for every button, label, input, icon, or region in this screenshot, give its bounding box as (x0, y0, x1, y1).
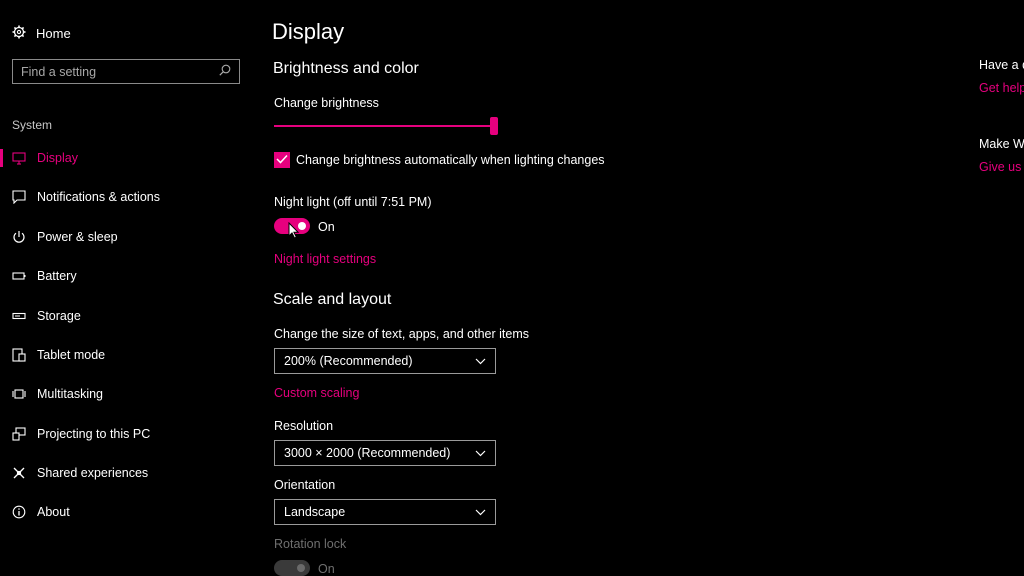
toggle-knob (297, 564, 305, 572)
active-indicator (0, 149, 3, 167)
orientation-label: Orientation (274, 478, 336, 492)
checkmark-icon (276, 151, 288, 169)
sidebar-item-label: Projecting to this PC (37, 427, 151, 441)
search-icon[interactable] (219, 63, 231, 81)
sidebar-item-projecting[interactable]: Projecting to this PC (0, 421, 250, 447)
storage-icon (12, 309, 26, 323)
chevron-down-icon (475, 446, 486, 460)
get-help-link[interactable]: Get help (979, 81, 1024, 95)
section-label: System (12, 118, 53, 132)
sidebar-item-battery[interactable]: Battery (0, 263, 250, 289)
sidebar-item-shared-experiences[interactable]: Shared experiences (0, 460, 250, 486)
rotation-lock-state: On (318, 562, 335, 576)
give-feedback-link[interactable]: Give us f (979, 160, 1024, 174)
scale-label: Change the size of text, apps, and other… (274, 327, 530, 341)
scale-value: 200% (Recommended) (284, 354, 413, 368)
search-box[interactable] (12, 59, 240, 84)
brightness-heading: Brightness and color (273, 60, 419, 77)
brightness-slider-thumb[interactable] (490, 117, 498, 135)
night-light-label: Night light (off until 7:51 PM) (274, 195, 432, 209)
home-label: Home (36, 26, 71, 41)
chevron-down-icon (475, 354, 486, 368)
gear-icon (12, 25, 26, 42)
sidebar-item-label: Shared experiences (37, 466, 149, 480)
info-icon (12, 505, 26, 519)
sidebar-item-notifications[interactable]: Notifications & actions (0, 184, 250, 210)
auto-brightness-checkbox[interactable] (274, 152, 290, 168)
orientation-value: Landscape (284, 505, 346, 519)
sidebar-item-label: Tablet mode (37, 348, 106, 362)
sidebar-item-label: Notifications & actions (37, 190, 160, 204)
search-input[interactable] (21, 64, 211, 79)
notification-icon (12, 190, 26, 204)
home-button[interactable]: Home (12, 25, 71, 42)
feedback-text: Make Wi (979, 137, 1024, 151)
sidebar-item-power-sleep[interactable]: Power & sleep (0, 224, 250, 250)
sidebar-item-label: Multitasking (37, 387, 103, 401)
power-icon (12, 230, 26, 244)
night-light-state: On (318, 220, 335, 234)
toggle-knob (298, 222, 306, 230)
resolution-label: Resolution (274, 419, 334, 433)
sidebar-item-multitasking[interactable]: Multitasking (0, 381, 250, 407)
help-question-text: Have a q (979, 58, 1024, 72)
battery-icon (12, 269, 26, 283)
night-light-settings-link[interactable]: Night light settings (274, 252, 376, 266)
sidebar-item-label: Power & sleep (37, 230, 118, 244)
projecting-icon (12, 427, 26, 441)
scale-dropdown[interactable]: 200% (Recommended) (274, 348, 496, 374)
resolution-value: 3000 × 2000 (Recommended) (284, 446, 451, 460)
monitor-icon (12, 151, 26, 165)
rotation-lock-toggle[interactable] (274, 560, 310, 576)
orientation-dropdown[interactable]: Landscape (274, 499, 496, 525)
custom-scaling-link[interactable]: Custom scaling (274, 386, 359, 400)
brightness-slider-track[interactable] (274, 125, 496, 127)
sidebar-item-display[interactable]: Display (0, 145, 250, 171)
mouse-cursor-icon (288, 221, 300, 244)
tablet-icon (12, 348, 26, 362)
sidebar-item-label: About (37, 505, 70, 519)
page-title: Display (272, 19, 345, 44)
sidebar-item-tablet-mode[interactable]: Tablet mode (0, 342, 250, 368)
sidebar-item-label: Battery (37, 269, 77, 283)
scale-heading: Scale and layout (273, 291, 392, 308)
chevron-down-icon (475, 505, 486, 519)
rotation-lock-label: Rotation lock (274, 537, 347, 551)
auto-brightness-label: Change brightness automatically when lig… (296, 153, 605, 167)
sidebar-item-label: Storage (37, 309, 81, 323)
change-brightness-label: Change brightness (274, 96, 379, 110)
resolution-dropdown[interactable]: 3000 × 2000 (Recommended) (274, 440, 496, 466)
sidebar-item-about[interactable]: About (0, 499, 250, 525)
sidebar-item-storage[interactable]: Storage (0, 303, 250, 329)
shared-icon (12, 466, 26, 480)
multitasking-icon (12, 387, 26, 401)
sidebar-item-label: Display (37, 151, 78, 165)
